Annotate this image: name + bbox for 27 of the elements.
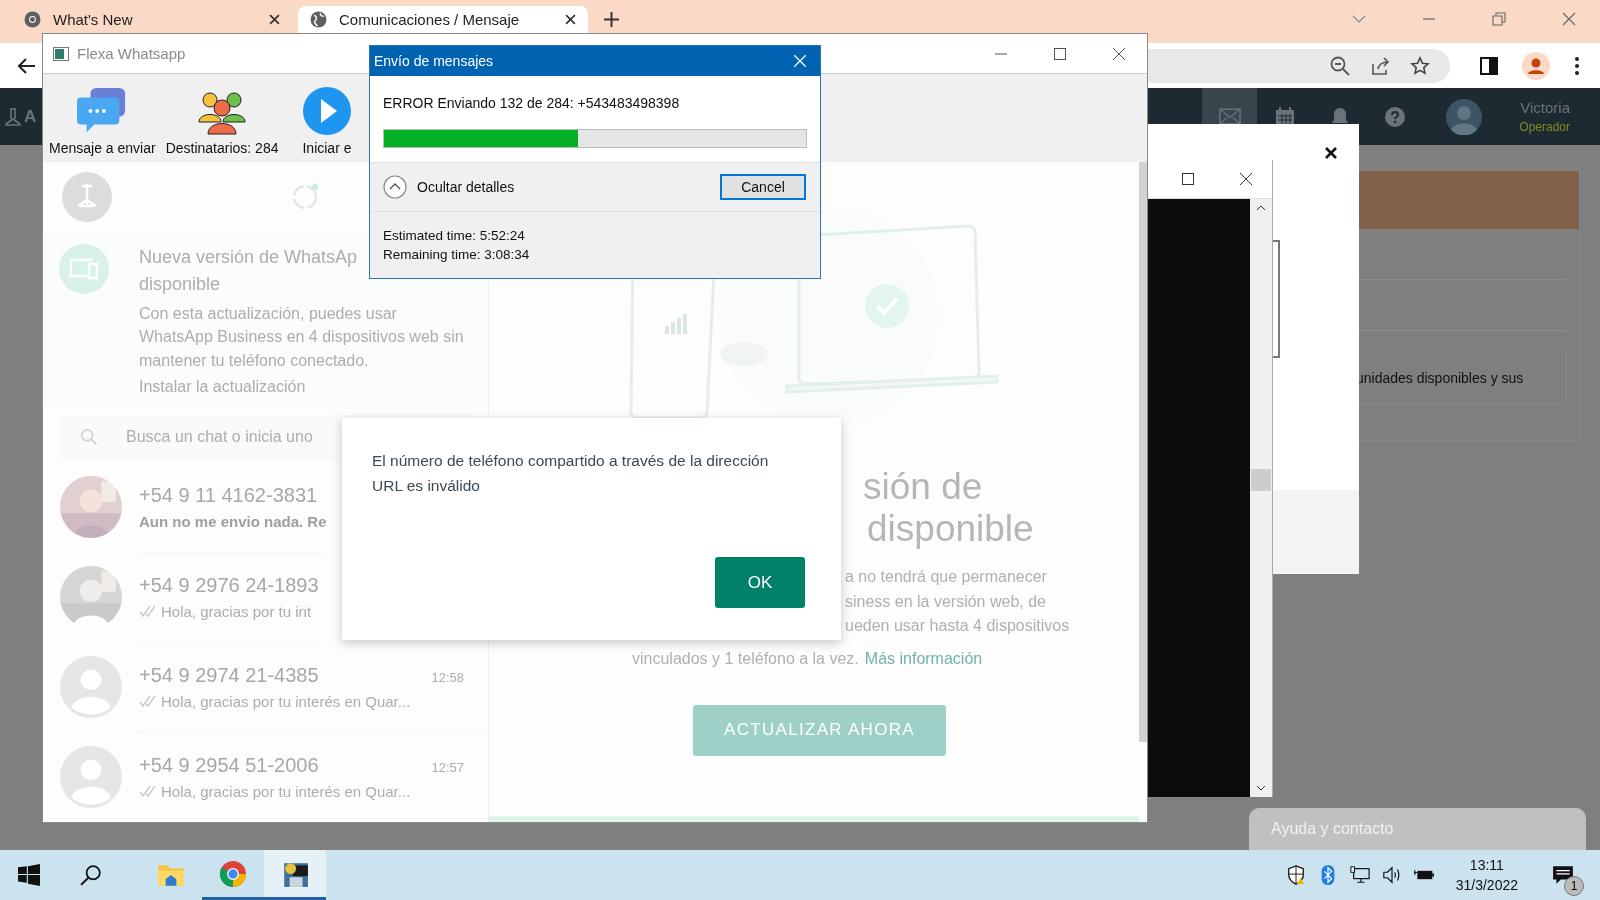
chat-name: +54 9 11 4162-3831 [139,483,318,507]
detail-text: Remaining time: 3:08:34 [383,246,531,264]
intro-text: siness en la versión web, de [845,591,1046,612]
chat-name: +54 9 2954 51-2006 [139,753,319,777]
intro-title: disponible [867,508,1035,550]
chat-preview: Aun no me envio nada. Re [139,512,327,530]
chat-preview: Hola, gracias por tu int [161,602,312,620]
banner-text: Con esta actualización, puedes usar WhatsApp Business en 4 dispositivos web sin mantener tu teléfono conectado. [139,303,464,371]
user-role: Operador [1519,120,1570,134]
intro-text: a no tendrá que permanecer [845,567,1047,587]
detail-text: Estimated time: 5:52:24 [383,227,526,245]
intro-title: sión de [863,466,984,508]
notification-count: 1 [1564,876,1584,896]
chat-time: 12:57 [431,759,464,775]
description-text: unidades disponibles y sus [1356,370,1524,386]
chat-name: +54 9 2974 21-4385 [139,663,319,687]
chat-time: 12:58 [431,669,464,685]
status-text: ERROR Enviando 132 de 284: +543483498398 [383,95,681,112]
window-title: Flexa Whatsapp [77,45,186,62]
chat-name: +54 9 2976 24-1893 [139,573,319,597]
banner-title: Nueva versión de WhatsAp [139,245,358,269]
chat-preview: Hola, gracias por tu interés en Quar... [161,782,411,800]
intro-text: ueden usar hasta 4 dispositivos [845,616,1070,636]
intro-text: vinculados y 1 teléfono a la vez. [632,648,859,669]
dialog-title: Envío de mensajes [374,53,495,70]
banner-title: disponible [139,272,221,296]
chat-preview: Hola, gracias por tu interés en Quar... [161,692,411,710]
